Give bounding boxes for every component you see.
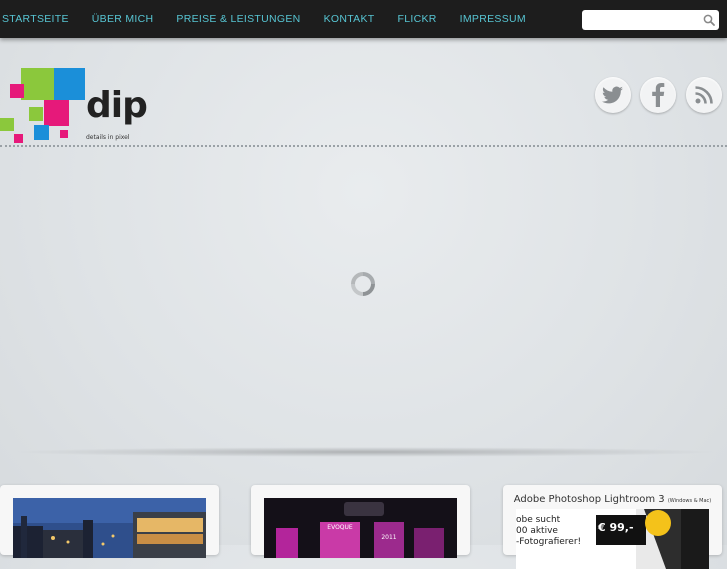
- rss-button[interactable]: [686, 77, 722, 113]
- card-3-line-3: -Fotografierer!: [516, 537, 582, 547]
- city-night-image: [13, 498, 206, 558]
- logo-tagline: details in pixel: [86, 134, 130, 141]
- facebook-icon: [652, 83, 665, 107]
- card-3-line-2: 00 aktive: [516, 526, 558, 536]
- loading-spinner-icon: [351, 272, 375, 296]
- search-icon[interactable]: [703, 14, 715, 26]
- logo-small-blue-square: [34, 125, 49, 140]
- top-navigation-bar: STARTSEITE ÜBER MICH PREISE & LEISTUNGEN…: [0, 0, 727, 38]
- twitter-button[interactable]: [595, 77, 631, 113]
- logo-tiny-pink-square: [14, 134, 23, 143]
- search-input[interactable]: [582, 10, 712, 30]
- card-1-thumbnail: [13, 498, 206, 558]
- card-2-thumbnail: EVOQUE 2011: [264, 498, 457, 558]
- logo-left-green-square: [0, 118, 14, 131]
- logo-wordmark: dip: [86, 85, 148, 126]
- main-nav: STARTSEITE ÜBER MICH PREISE & LEISTUNGEN…: [0, 0, 549, 38]
- rss-icon: [695, 86, 713, 104]
- logo-pink-square: [10, 84, 24, 98]
- nav-item-flickr[interactable]: FLICKR: [398, 13, 437, 25]
- search-box: [582, 10, 719, 30]
- nav-item-preise-leistungen[interactable]: PREISE & LEISTUNGEN: [176, 13, 300, 25]
- header-divider: [0, 145, 727, 147]
- logo-green-square: [21, 68, 54, 100]
- logo-small-green-square: [29, 107, 43, 121]
- logo-magenta-square: [44, 100, 69, 126]
- card-2-label-evoque: EVOQUE: [327, 524, 353, 531]
- card-3-title: Adobe Photoshop Lightroom 3 (Windows & M…: [513, 494, 712, 505]
- nav-item-impressum[interactable]: IMPRESSUM: [460, 13, 526, 25]
- event-stage-image: [264, 498, 457, 558]
- logo-tiny-magenta-square: [60, 130, 68, 138]
- card-3-thumbnail: obe sucht 00 aktive -Fotografierer! € 99…: [516, 509, 709, 569]
- logo-blue-square: [54, 68, 85, 100]
- nav-item-startseite[interactable]: STARTSEITE: [2, 13, 69, 25]
- card-3-price: € 99,-: [598, 521, 634, 534]
- nav-item-ueber-mich[interactable]: ÜBER MICH: [92, 13, 154, 25]
- card-3-line-1: obe sucht: [516, 515, 561, 525]
- facebook-button[interactable]: [640, 77, 676, 113]
- twitter-icon: [602, 86, 623, 104]
- nav-item-kontakt[interactable]: KONTAKT: [324, 13, 375, 25]
- card-2-label-year: 2011: [381, 534, 397, 541]
- slider-shadow: [10, 447, 720, 457]
